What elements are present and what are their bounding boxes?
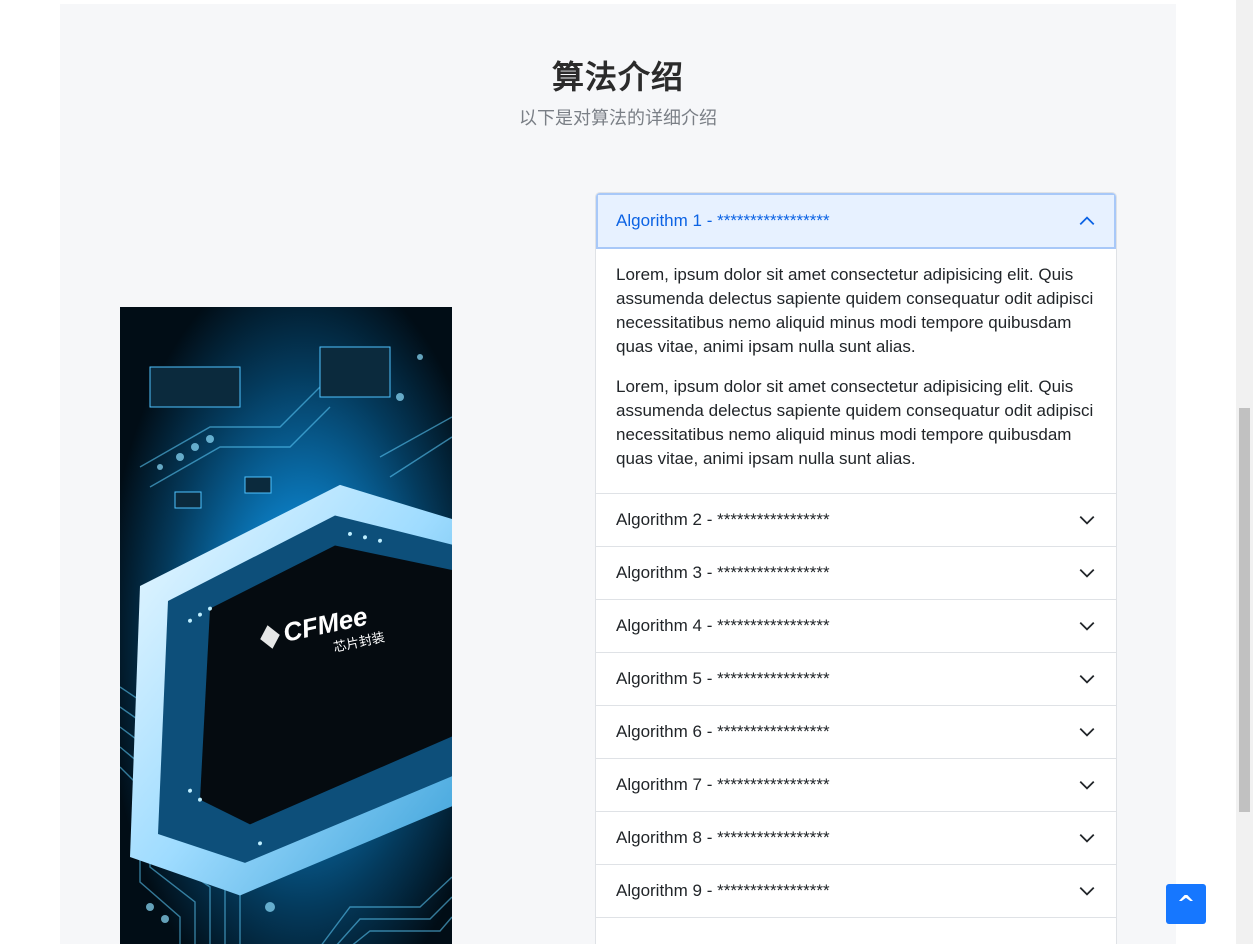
accordion-body-1: Lorem, ipsum dolor sit amet consectetur … bbox=[596, 249, 1116, 493]
accordion-item-2: Algorithm 2 - ***************** bbox=[596, 493, 1116, 546]
accordion-header-8[interactable]: Algorithm 8 - ***************** bbox=[596, 811, 1116, 864]
accordion-header-4[interactable]: Algorithm 4 - ***************** bbox=[596, 599, 1116, 652]
chevron-down-icon bbox=[1079, 568, 1095, 578]
accordion-header-6[interactable]: Algorithm 6 - ***************** bbox=[596, 705, 1116, 758]
accordion-title: Algorithm 2 - ***************** bbox=[616, 510, 830, 529]
accordion-item-3: Algorithm 3 - ***************** bbox=[596, 546, 1116, 599]
section-subtitle: 以下是对算法的详细介绍 bbox=[519, 108, 717, 129]
chevron-down-icon bbox=[1079, 727, 1095, 737]
accordion-header-5[interactable]: Algorithm 5 - ***************** bbox=[596, 652, 1116, 705]
accordion-item-10 bbox=[596, 917, 1116, 944]
accordion-title: Algorithm 9 - ***************** bbox=[616, 881, 830, 900]
back-to-top-button[interactable]: ^ bbox=[1166, 884, 1206, 924]
accordion-item-7: Algorithm 7 - ***************** bbox=[596, 758, 1116, 811]
section-title: 算法介绍 bbox=[551, 58, 684, 96]
accordion-item-4: Algorithm 4 - ***************** bbox=[596, 599, 1116, 652]
accordion-item-5: Algorithm 5 - ***************** bbox=[596, 652, 1116, 705]
accordion-title: Algorithm 7 - ***************** bbox=[616, 775, 830, 794]
accordion-item-9: Algorithm 9 - ***************** bbox=[596, 864, 1116, 917]
accordion-header-3[interactable]: Algorithm 3 - ***************** bbox=[596, 546, 1116, 599]
algorithm-section: 算法介绍 以下是对算法的详细介绍 CFMee 芯片封装 Algorithm 1 … bbox=[60, 4, 1176, 944]
accordion-header-7[interactable]: Algorithm 7 - ***************** bbox=[596, 758, 1116, 811]
accordion-item-6: Algorithm 6 - ***************** bbox=[596, 705, 1116, 758]
accordion-item-8: Algorithm 8 - ***************** bbox=[596, 811, 1116, 864]
accordion-header-1[interactable]: Algorithm 1 - ***************** bbox=[596, 193, 1116, 249]
chevron-down-icon bbox=[1079, 674, 1095, 684]
chevron-up-icon bbox=[1079, 216, 1095, 226]
accordion-header-9[interactable]: Algorithm 9 - ***************** bbox=[596, 864, 1116, 917]
accordion-title: Algorithm 8 - ***************** bbox=[616, 828, 830, 847]
accordion-title: Algorithm 5 - ***************** bbox=[616, 669, 830, 688]
chevron-down-icon bbox=[1079, 833, 1095, 843]
chevron-down-icon bbox=[1079, 621, 1095, 631]
chevron-down-icon bbox=[1079, 780, 1095, 790]
accordion-header-2[interactable]: Algorithm 2 - ***************** bbox=[596, 493, 1116, 546]
accordion-title: Algorithm 1 - ***************** bbox=[616, 211, 830, 230]
body-paragraph: Lorem, ipsum dolor sit amet consectetur … bbox=[616, 377, 1094, 468]
body-paragraph: Lorem, ipsum dolor sit amet consectetur … bbox=[616, 265, 1094, 356]
chevron-down-icon bbox=[1079, 886, 1095, 896]
accordion-title: Algorithm 3 - ***************** bbox=[616, 563, 830, 582]
accordion-title: Algorithm 6 - ***************** bbox=[616, 722, 830, 741]
chevron-down-icon bbox=[1079, 515, 1095, 525]
accordion-title: Algorithm 4 - ***************** bbox=[616, 616, 830, 635]
accordion-header-10[interactable] bbox=[596, 917, 1116, 944]
algorithm-accordion: Algorithm 1 - ***************** Lorem, i… bbox=[595, 192, 1117, 944]
accordion-item-1: Algorithm 1 - ***************** Lorem, i… bbox=[596, 193, 1116, 493]
page-scrollbar[interactable] bbox=[1236, 0, 1253, 944]
scrollbar-thumb[interactable] bbox=[1239, 408, 1250, 812]
processor-chip-image: CFMee 芯片封装 bbox=[120, 307, 452, 944]
